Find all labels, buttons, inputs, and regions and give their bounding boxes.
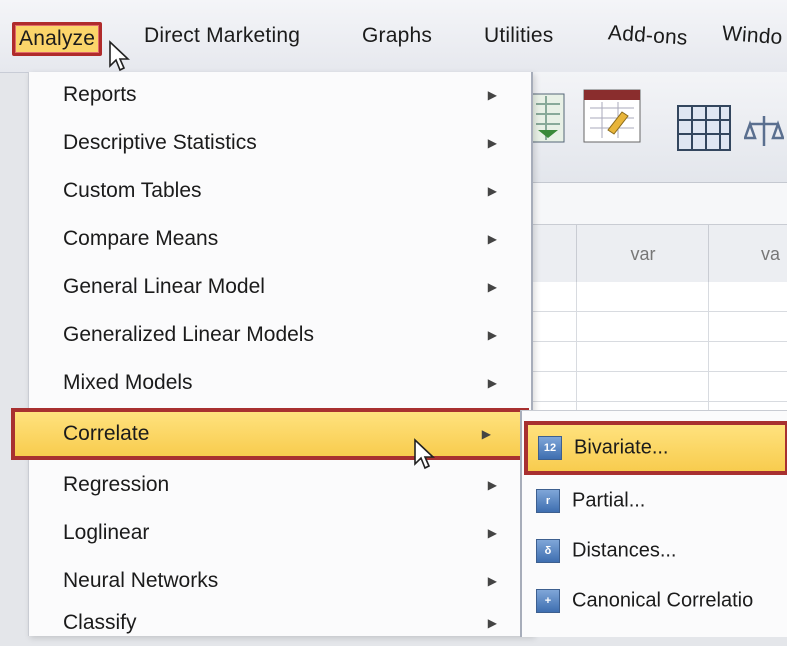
- menu-window-label: Windo: [721, 21, 784, 50]
- submenu-arrow-icon: ▶: [487, 280, 497, 294]
- submenu-arrow-icon: ▶: [487, 478, 497, 492]
- menu-item-label: Generalized Linear Models: [63, 323, 314, 346]
- submenu-item-partial[interactable]: r Partial...: [522, 477, 787, 525]
- bivariate-icon: 12: [538, 436, 562, 460]
- menu-analyze[interactable]: Analyze: [12, 22, 103, 56]
- menu-direct-marketing-label: Direct Marketing: [144, 24, 301, 47]
- import-data-icon[interactable]: [528, 90, 568, 146]
- menu-item-loglinear[interactable]: Loglinear ▶: [29, 510, 531, 556]
- menu-item-label: Compare Means: [63, 227, 219, 250]
- menubar: Analyze Direct Marketing Graphs Utilitie…: [0, 0, 787, 73]
- menu-item-custom-tables[interactable]: Custom Tables ▶: [29, 168, 531, 214]
- column-header-var[interactable]: var: [576, 225, 709, 283]
- submenu-item-distances[interactable]: δ Distances...: [522, 527, 787, 575]
- menu-item-generalized-linear-models[interactable]: Generalized Linear Models ▶: [29, 312, 531, 358]
- submenu-item-label: Partial...: [572, 489, 646, 512]
- menu-item-descriptive-statistics[interactable]: Descriptive Statistics ▶: [29, 120, 531, 166]
- menu-item-label: Loglinear: [63, 521, 150, 544]
- submenu-arrow-icon: ▶: [487, 184, 497, 198]
- menu-item-regression[interactable]: Regression ▶: [29, 462, 531, 508]
- submenu-arrow-icon: ▶: [487, 574, 497, 588]
- menu-item-label: Classify: [63, 611, 137, 634]
- grid-header: var va: [520, 224, 787, 284]
- menu-window[interactable]: Windo: [717, 20, 787, 53]
- column-header-var-2[interactable]: va: [708, 225, 787, 283]
- submenu-arrow-icon: ▶: [487, 88, 497, 102]
- submenu-item-label: Canonical Correlatio: [572, 589, 754, 612]
- correlate-submenu: 12 Bivariate... r Partial... δ Distances…: [520, 410, 787, 637]
- variables-grid-icon[interactable]: [676, 104, 732, 152]
- canonical-correlation-icon: +: [536, 589, 560, 613]
- submenu-arrow-icon: ▶: [487, 526, 497, 540]
- column-header-var-label: var: [630, 243, 656, 264]
- partial-icon: r: [536, 489, 560, 513]
- menu-utilities[interactable]: Utilities: [480, 22, 557, 50]
- column-header-var-2-label: va: [760, 243, 780, 264]
- menu-item-reports[interactable]: Reports ▶: [29, 72, 531, 118]
- menu-item-label: Descriptive Statistics: [63, 131, 257, 154]
- menu-item-mixed-models[interactable]: Mixed Models ▶: [29, 360, 531, 406]
- mouse-pointer-icon: [414, 438, 435, 470]
- submenu-item-canonical-correlation[interactable]: + Canonical Correlatio: [522, 577, 787, 625]
- menu-graphs[interactable]: Graphs: [358, 22, 436, 50]
- menu-item-correlate[interactable]: Correlate ▶: [11, 408, 529, 460]
- menu-item-label: Reports: [63, 83, 137, 106]
- submenu-arrow-icon: ▶: [487, 328, 497, 342]
- submenu-arrow-icon: ▶: [487, 136, 497, 150]
- submenu-arrow-icon: ▶: [481, 427, 491, 441]
- submenu-arrow-icon: ▶: [487, 376, 497, 390]
- menu-item-label: Custom Tables: [63, 179, 202, 202]
- menu-item-label: Mixed Models: [63, 371, 193, 394]
- menu-direct-marketing[interactable]: Direct Marketing: [140, 22, 304, 50]
- menu-item-label: Correlate: [63, 422, 150, 445]
- menu-item-general-linear-model[interactable]: General Linear Model ▶: [29, 264, 531, 310]
- chart-builder-icon[interactable]: [580, 84, 644, 148]
- analyze-dropdown-menu: Reports ▶ Descriptive Statistics ▶ Custo…: [11, 72, 533, 636]
- submenu-item-label: Distances...: [572, 539, 677, 562]
- menu-item-neural-networks[interactable]: Neural Networks ▶: [29, 558, 531, 604]
- toolbar: [520, 72, 787, 183]
- weight-cases-scale-icon[interactable]: [744, 112, 784, 152]
- menu-item-compare-means[interactable]: Compare Means ▶: [29, 216, 531, 262]
- menu-utilities-label: Utilities: [484, 24, 554, 47]
- menu-item-label: Regression: [63, 473, 170, 496]
- menu-analyze-label: Analyze: [19, 27, 96, 50]
- submenu-item-label: Bivariate...: [574, 436, 669, 459]
- menu-item-classify[interactable]: Classify ▶: [29, 600, 531, 646]
- submenu-arrow-icon: ▶: [487, 232, 497, 246]
- menu-add-ons-label: Add-ons: [607, 21, 689, 50]
- submenu-arrow-icon: ▶: [487, 616, 497, 630]
- menu-item-label: Neural Networks: [63, 569, 219, 592]
- distances-icon: δ: [536, 539, 560, 563]
- mouse-pointer-icon: [109, 40, 130, 72]
- menu-graphs-label: Graphs: [362, 24, 433, 47]
- menu-item-label: General Linear Model: [63, 275, 265, 298]
- submenu-item-bivariate[interactable]: 12 Bivariate...: [524, 421, 787, 475]
- menu-add-ons[interactable]: Add-ons: [603, 19, 692, 53]
